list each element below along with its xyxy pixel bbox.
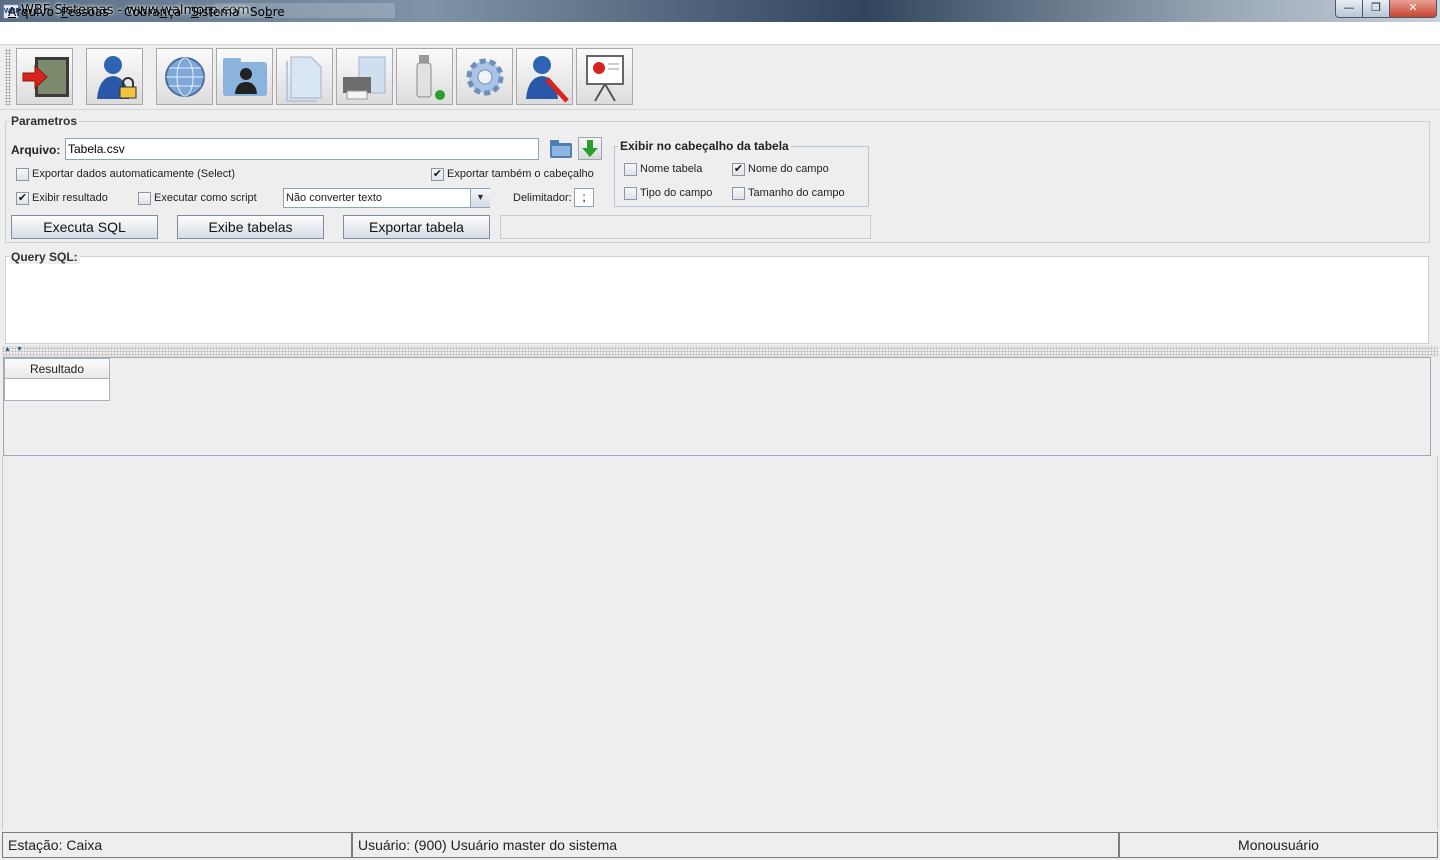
presentation-board-icon <box>586 55 624 102</box>
print-button[interactable] <box>336 48 393 105</box>
query-sql-textarea[interactable] <box>7 265 1426 342</box>
tamanho-campo-checkbox[interactable] <box>732 187 745 200</box>
download-arrow-icon <box>582 140 598 157</box>
documents-icon <box>286 56 322 102</box>
menu-arquivo-rest: rquivo <box>16 5 54 19</box>
exportar-auto-label: Exportar dados automaticamente (Select) <box>32 168 235 180</box>
settings-gear-icon <box>466 58 504 96</box>
exit-button[interactable] <box>16 48 73 105</box>
open-folder-button[interactable] <box>549 137 573 160</box>
status-modo: Monousuário <box>1119 832 1438 858</box>
executar-script-checkbox[interactable] <box>138 192 151 205</box>
menu-sistema[interactable]: Sistema <box>191 5 239 19</box>
menu-pessoas-rest: essoas <box>67 5 109 19</box>
presentation-button[interactable] <box>576 48 633 105</box>
tab-resultado[interactable]: Resultado <box>4 358 110 379</box>
menu-sobre-hotkey: b <box>264 5 273 19</box>
printer-icon <box>343 56 386 100</box>
globe-icon <box>165 57 205 97</box>
usb-backup-button[interactable] <box>396 48 453 105</box>
exportar-tabela-button[interactable]: Exportar tabela <box>343 215 490 239</box>
menu-sistema-rest: istema <box>198 5 240 19</box>
folder-icon <box>550 140 572 158</box>
chevron-down-icon[interactable]: ▼ <box>470 189 490 207</box>
nome-tabela-label: Nome tabela <box>640 163 703 175</box>
cabecalho-options-title: Exibir no cabeçalho da tabela <box>618 139 791 153</box>
exibir-resultado-checkbox[interactable]: ✔ <box>16 192 29 205</box>
close-window-button[interactable]: ✕ <box>1389 0 1437 18</box>
resultado-panel <box>3 357 1431 456</box>
delimitador-input[interactable]: ; <box>574 188 594 207</box>
exportar-cabecalho-checkbox[interactable]: ✔ <box>431 168 444 181</box>
contacts-folder-icon <box>223 58 267 96</box>
resultado-table[interactable] <box>4 379 110 401</box>
download-button[interactable] <box>578 137 602 160</box>
exibir-resultado-label: Exibir resultado <box>32 192 108 204</box>
toolbar-grip[interactable] <box>5 49 11 105</box>
collapse-down-icon[interactable]: ▼ <box>16 346 23 353</box>
tamanho-campo-label: Tamanho do campo <box>748 187 845 199</box>
converter-texto-value: Não converter texto <box>286 192 382 204</box>
maximize-button[interactable]: ❐ <box>1362 0 1390 18</box>
exportar-cabecalho-label: Exportar também o cabeçalho <box>447 168 594 180</box>
menu-pessoas[interactable]: Pessoas <box>61 5 109 19</box>
settings-button[interactable] <box>456 48 513 105</box>
arquivo-input[interactable] <box>65 138 539 160</box>
minimize-button[interactable]: — <box>1335 0 1363 18</box>
executar-script-label: Executar como script <box>154 192 257 204</box>
nome-campo-checkbox[interactable]: ✔ <box>732 163 745 176</box>
status-usuario: Usuário: (900) Usuário master do sistema <box>352 832 1119 858</box>
nome-tabela-checkbox[interactable] <box>624 163 637 176</box>
usb-drive-icon <box>416 55 445 100</box>
exibe-tabelas-button[interactable]: Exibe tabelas <box>177 215 324 239</box>
query-sql-title: Query SQL: <box>9 250 80 264</box>
menu-sobre-pre: So <box>250 5 265 19</box>
parametros-title: Parametros <box>9 114 80 128</box>
menu-sobre[interactable]: Sobre <box>250 5 285 19</box>
menu-arquivo[interactable]: Arquivo <box>8 5 54 19</box>
documents-button[interactable] <box>276 48 333 105</box>
tipo-campo-label: Tipo do campo <box>640 187 713 199</box>
menu-pessoas-hotkey: P <box>61 5 68 19</box>
split-pane-divider[interactable] <box>2 346 1438 357</box>
menu-bar <box>0 22 1440 45</box>
title-background-tab <box>215 3 395 18</box>
user-tools-button[interactable] <box>516 48 573 105</box>
contacts-button[interactable] <box>216 48 273 105</box>
menu-sobre-rest: re <box>272 5 285 19</box>
user-access-button[interactable] <box>86 48 143 105</box>
menu-cobranca[interactable]: Cobrança <box>124 5 181 19</box>
delimitador-label: Delimitador: <box>513 192 572 204</box>
nome-campo-label: Nome do campo <box>748 163 829 175</box>
menu-cobranca-rest: ça <box>167 5 182 19</box>
user-lock-icon <box>97 56 137 99</box>
menu-cobranca-pre: Cobra <box>124 5 160 19</box>
executa-sql-button[interactable]: Executa SQL <box>11 215 158 239</box>
exit-icon <box>22 57 69 97</box>
menu-arquivo-hotkey: A <box>8 5 17 19</box>
internet-button[interactable] <box>156 48 213 105</box>
progress-status-field <box>500 215 871 239</box>
arquivo-label: Arquivo: <box>11 143 61 157</box>
user-tools-icon <box>526 56 569 103</box>
empty-workspace <box>2 456 1438 830</box>
collapse-up-icon[interactable]: ▲ <box>4 346 11 353</box>
exportar-auto-checkbox[interactable] <box>16 168 29 181</box>
status-estacao: Estação: Caixa <box>2 832 352 858</box>
menu-sistema-hotkey: S <box>191 5 199 19</box>
tipo-campo-checkbox[interactable] <box>624 187 637 200</box>
